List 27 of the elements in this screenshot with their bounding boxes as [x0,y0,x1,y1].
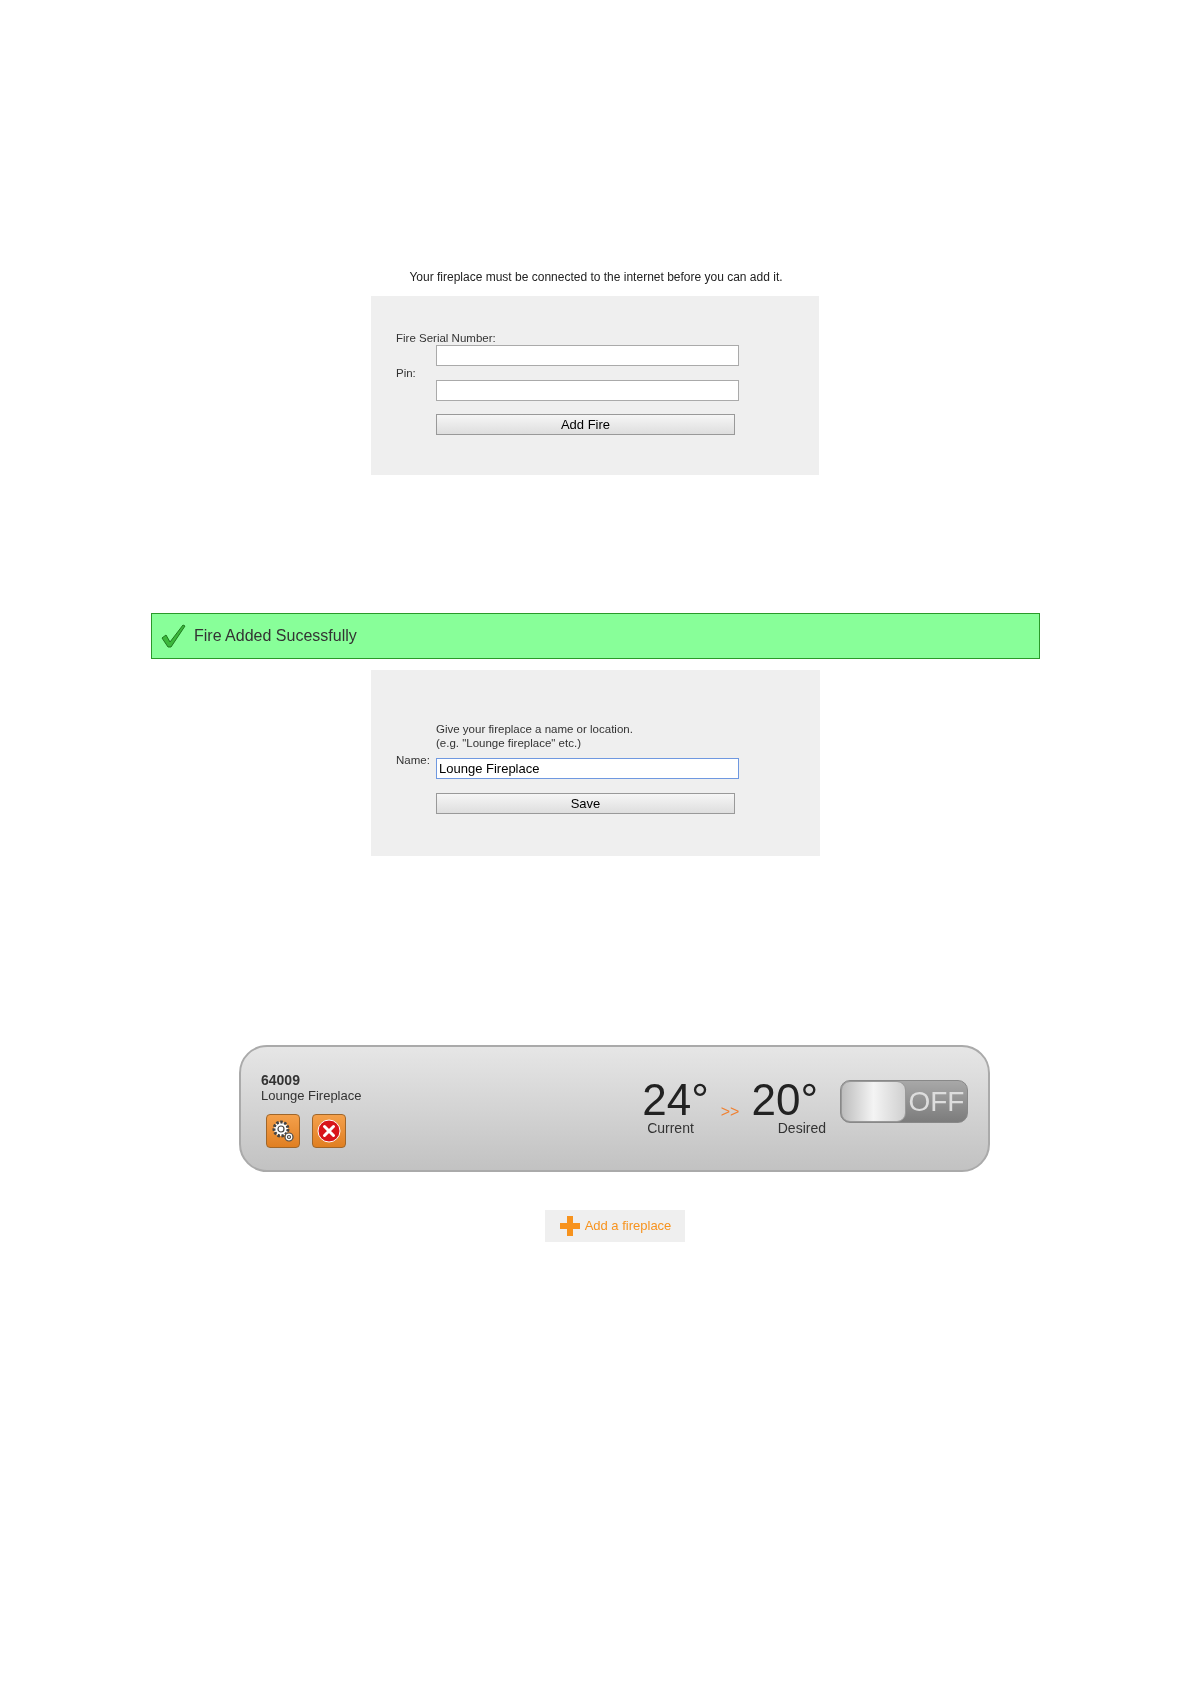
current-label: Current [647,1120,694,1136]
close-icon [317,1119,341,1143]
input-field[interactable] [436,345,739,366]
field-label: Pin: [396,367,416,380]
current-temperature: 24° [642,1080,709,1120]
save-button[interactable]: Save [436,793,735,814]
add-fire-button[interactable]: Add Fire [436,414,735,435]
hint-text: (e.g. "Lounge fireplace" etc.) [436,736,582,750]
arrow-separator: >> [720,1102,740,1122]
toggle-label: OFF [907,1084,966,1119]
desired-label: Desired [777,1120,826,1136]
hint-text: Give your fireplace a name or location. [436,722,634,736]
input-field[interactable] [436,380,739,401]
intro-text: Your fireplace must be connected to the internet before you can add it. [409,269,783,286]
field-label: Name: [396,753,431,768]
banner-text: Fire Added Sucessfully [194,626,357,646]
toggle-thumb [841,1081,906,1122]
settings-button[interactable] [266,1114,300,1148]
gears-icon [270,1118,296,1144]
delete-button[interactable] [312,1114,346,1148]
checkmark-icon [160,623,186,649]
plus-icon [558,1215,581,1237]
fireplace-id: 64009 [261,1072,301,1088]
desired-temperature: 20° [751,1080,818,1120]
input-field[interactable]: Lounge Fireplace [436,758,739,779]
field-label: Fire Serial Number: [396,332,496,345]
fireplace-name: Lounge Fireplace [261,1088,363,1104]
